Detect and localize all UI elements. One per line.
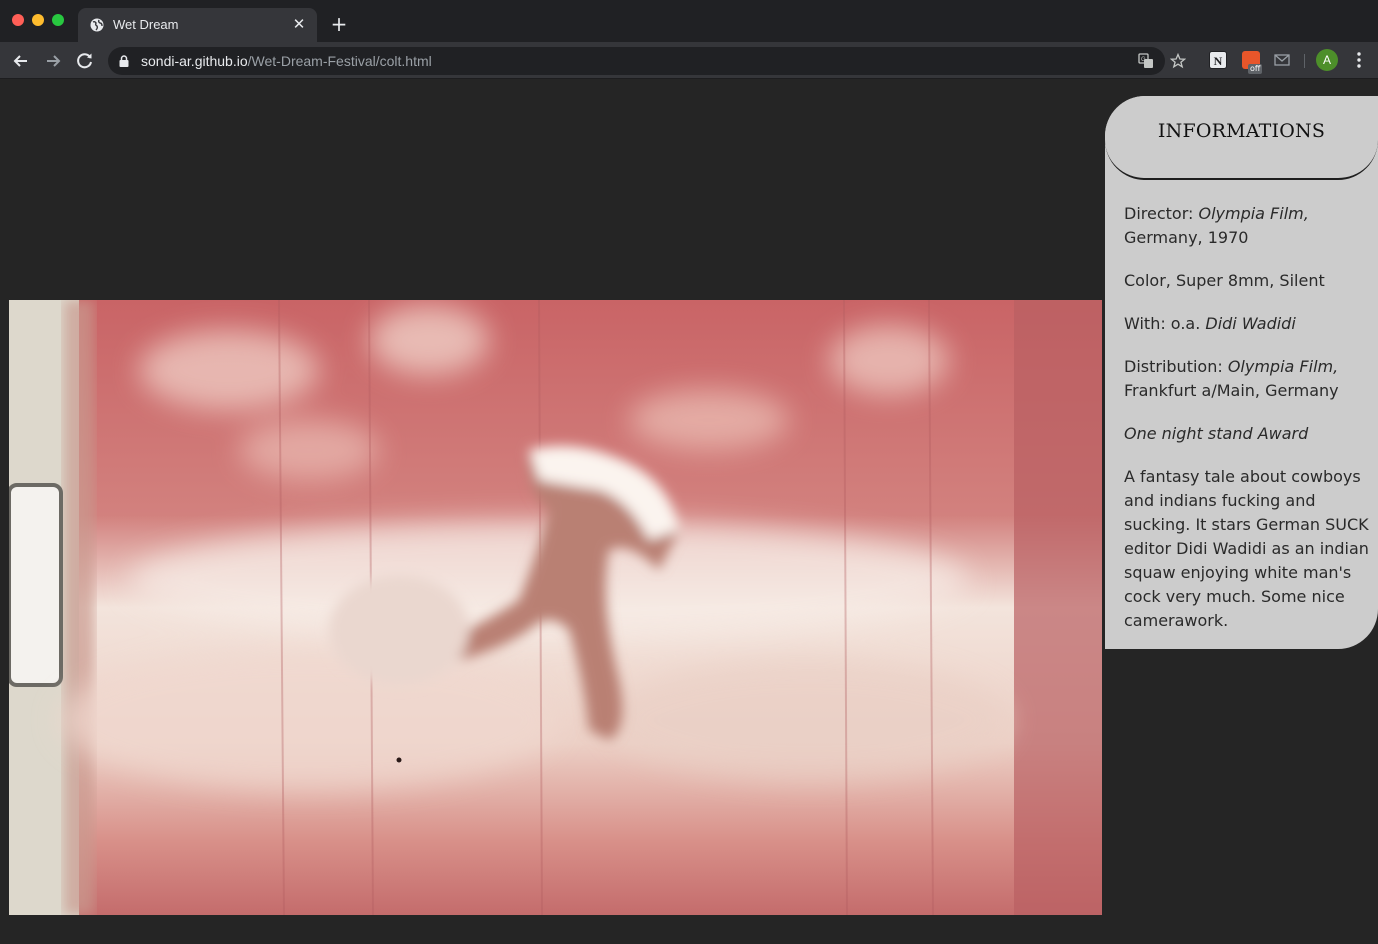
extension-badge: off <box>1248 64 1263 74</box>
director-rest: Germany, 1970 <box>1124 228 1249 247</box>
reload-icon[interactable] <box>74 50 96 72</box>
tab-close-icon[interactable]: ✕ <box>289 14 309 34</box>
format-line: Color, Super 8mm, Silent <box>1124 271 1325 290</box>
arrow-left-icon[interactable] <box>10 50 32 72</box>
director-label: Director: <box>1124 204 1199 223</box>
video-still[interactable] <box>9 300 1102 915</box>
globe-icon <box>90 18 104 32</box>
distribution-value: Olympia Film, <box>1227 357 1339 376</box>
arrow-right-icon[interactable] <box>42 50 64 72</box>
notion-extension-icon[interactable]: N <box>1209 51 1227 69</box>
kebab-menu-icon[interactable] <box>1350 50 1368 70</box>
tab-title: Wet Dream <box>113 17 179 32</box>
award-text: One night stand Award <box>1124 424 1309 443</box>
new-tab-button[interactable]: + <box>328 13 350 35</box>
translate-icon[interactable]: G <box>1138 53 1154 69</box>
distribution-rest: Frankfurt a/Main, Germany <box>1124 381 1339 400</box>
browser-tab[interactable]: Wet Dream ✕ <box>78 8 317 42</box>
profile-avatar[interactable]: A <box>1316 49 1338 71</box>
director-value: Olympia Film, <box>1198 204 1309 223</box>
with-label: With: o.a. <box>1124 314 1206 333</box>
url-host: sondi-ar.github.io <box>141 53 248 69</box>
url-text[interactable]: sondi-ar.github.io/Wet-Dream-Festival/co… <box>141 53 432 69</box>
synopsis: A fantasy tale about cowboys and indians… <box>1124 467 1369 630</box>
tab-strip: Wet Dream ✕ + <box>0 0 1378 42</box>
distribution-line: Distribution: Olympia Film, Frankfurt a/M… <box>1124 355 1369 403</box>
close-window-button[interactable] <box>12 14 24 26</box>
lock-icon <box>119 55 129 67</box>
url-path: /Wet-Dream-Festival/colt.html <box>247 53 432 69</box>
address-bar[interactable]: sondi-ar.github.io/Wet-Dream-Festival/co… <box>108 47 1186 75</box>
star-icon[interactable] <box>1170 53 1186 69</box>
with-line: With: o.a. Didi Wadidi <box>1124 312 1369 336</box>
info-heading: INFORMATIONS <box>1157 120 1326 142</box>
mail-icon[interactable] <box>1273 51 1291 69</box>
maximize-window-button[interactable] <box>52 14 64 26</box>
toolbar-divider <box>1304 54 1305 68</box>
award-line: One night stand Award <box>1124 422 1369 446</box>
director-line: Director: Olympia Film, Germany, 1970 <box>1124 202 1369 250</box>
info-body: Director: Olympia Film, Germany, 1970 Col… <box>1124 202 1369 652</box>
svg-text:G: G <box>1141 57 1146 63</box>
minimize-window-button[interactable] <box>32 14 44 26</box>
info-panel: INFORMATIONS Director: Olympia Film, Germ… <box>1105 96 1378 649</box>
film-frame-image <box>9 300 1102 915</box>
info-header: INFORMATIONS <box>1105 96 1378 180</box>
browser-toolbar: sondi-ar.github.io/Wet-Dream-Festival/co… <box>0 42 1378 79</box>
with-value: Didi Wadidi <box>1205 314 1296 333</box>
distribution-label: Distribution: <box>1124 357 1228 376</box>
